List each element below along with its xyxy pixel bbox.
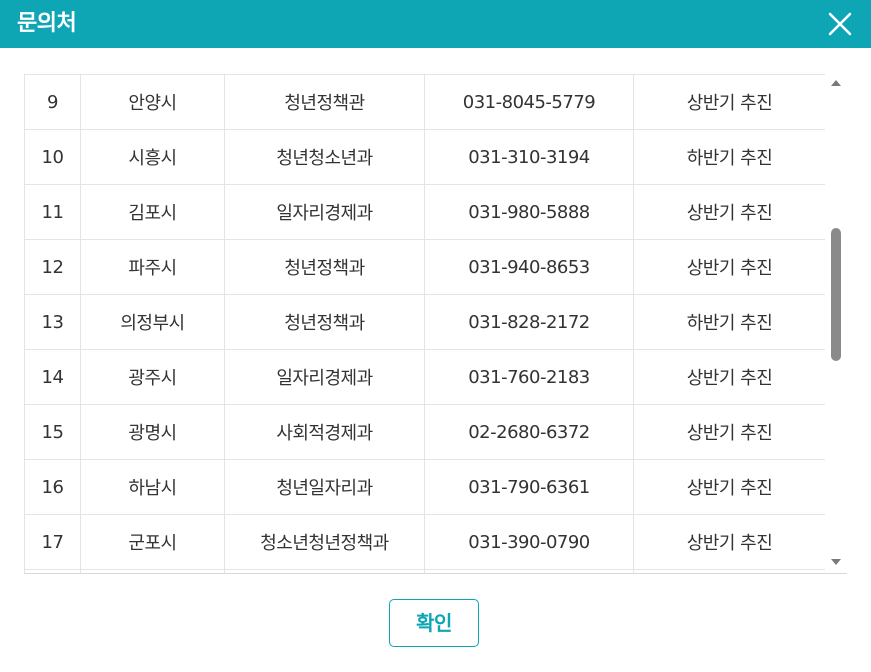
row-number-cell [24, 569, 81, 573]
department-cell: 일자리경제과 [224, 349, 425, 405]
department-cell: 청소년청년정책과 [224, 514, 425, 570]
schedule-cell: 상반기 추진 [633, 404, 826, 460]
city-cell: 광명시 [80, 404, 225, 460]
phone-cell: 031-310-3194 [424, 129, 634, 185]
table-row: 14 광주시 일자리경제과 031-760-2183 상반기 추진 [24, 349, 826, 405]
schedule-cell: 상반기 추진 [633, 514, 826, 570]
phone-cell: 031-760-2183 [424, 349, 634, 405]
close-button[interactable] [827, 11, 853, 37]
dialog-title: 문의처 [17, 11, 77, 36]
table-row: 13 의정부시 청년정책과 031-828-2172 하반기 추진 [24, 294, 826, 350]
vertical-scrollbar[interactable] [825, 74, 847, 573]
department-cell: 청년정책과 [224, 239, 425, 295]
table-row: 17 군포시 청소년청년정책과 031-390-0790 상반기 추진 [24, 514, 826, 570]
city-cell: 안양시 [80, 74, 225, 130]
city-cell: 군포시 [80, 514, 225, 570]
city-cell: 하남시 [80, 459, 225, 515]
schedule-cell: 하반기 추진 [633, 294, 826, 350]
table-row [24, 569, 826, 573]
department-cell: 사회적경제과 [224, 404, 425, 460]
department-cell: 청년청소년과 [224, 129, 425, 185]
row-number-cell: 9 [24, 74, 81, 130]
department-cell: 청년정책과 [224, 294, 425, 350]
table-row: 11 김포시 일자리경제과 031-980-5888 상반기 추진 [24, 184, 826, 240]
department-cell: 일자리경제과 [224, 184, 425, 240]
contact-table: 9 안양시 청년정책관 031-8045-5779 상반기 추진 10 시흥시 청년청소년과 0… [24, 74, 826, 573]
row-number-cell: 11 [24, 184, 81, 240]
table-row: 12 파주시 청년정책과 031-940-8653 상반기 추진 [24, 239, 826, 295]
phone-cell: 02-2680-6372 [424, 404, 634, 460]
schedule-cell: 상반기 추진 [633, 184, 826, 240]
table-row: 16 하남시 청년일자리과 031-790-6361 상반기 추진 [24, 459, 826, 515]
schedule-cell [633, 569, 826, 573]
close-icon [828, 12, 852, 36]
schedule-cell: 상반기 추진 [633, 239, 826, 295]
row-number-cell: 10 [24, 129, 81, 185]
row-number-cell: 17 [24, 514, 81, 570]
row-number-cell: 14 [24, 349, 81, 405]
row-number-cell: 15 [24, 404, 81, 460]
city-cell: 파주시 [80, 239, 225, 295]
scroll-up-arrow-icon[interactable] [831, 80, 841, 86]
row-number-cell: 16 [24, 459, 81, 515]
dialog-titlebar: 문의처 [0, 0, 871, 48]
phone-cell: 031-8045-5779 [424, 74, 634, 130]
department-cell [224, 569, 425, 573]
city-cell: 시흥시 [80, 129, 225, 185]
schedule-cell: 상반기 추진 [633, 459, 826, 515]
city-cell: 광주시 [80, 349, 225, 405]
confirm-button[interactable]: 확인 [389, 599, 479, 647]
scroll-down-arrow-icon[interactable] [831, 559, 841, 565]
contact-table-scroll-area[interactable]: 9 안양시 청년정책관 031-8045-5779 상반기 추진 10 시흥시 청년청소년과 0… [24, 74, 847, 574]
row-number-cell: 12 [24, 239, 81, 295]
department-cell: 청년일자리과 [224, 459, 425, 515]
city-cell: 김포시 [80, 184, 225, 240]
row-number-cell: 13 [24, 294, 81, 350]
phone-cell: 031-828-2172 [424, 294, 634, 350]
phone-cell [424, 569, 634, 573]
phone-cell: 031-390-0790 [424, 514, 634, 570]
phone-cell: 031-790-6361 [424, 459, 634, 515]
schedule-cell: 상반기 추진 [633, 74, 826, 130]
schedule-cell: 상반기 추진 [633, 349, 826, 405]
phone-cell: 031-980-5888 [424, 184, 634, 240]
table-row: 10 시흥시 청년청소년과 031-310-3194 하반기 추진 [24, 129, 826, 185]
department-cell: 청년정책관 [224, 74, 425, 130]
table-row: 15 광명시 사회적경제과 02-2680-6372 상반기 추진 [24, 404, 826, 460]
phone-cell: 031-940-8653 [424, 239, 634, 295]
contact-dialog: 문의처 9 안양시 청년정책관 031-8045-5779 상반기 추진 10 시흥시 청년청… [0, 0, 871, 672]
city-cell: 의정부시 [80, 294, 225, 350]
scrollbar-thumb[interactable] [831, 228, 841, 361]
schedule-cell: 하반기 추진 [633, 129, 826, 185]
table-row: 9 안양시 청년정책관 031-8045-5779 상반기 추진 [24, 74, 826, 130]
city-cell [80, 569, 225, 573]
